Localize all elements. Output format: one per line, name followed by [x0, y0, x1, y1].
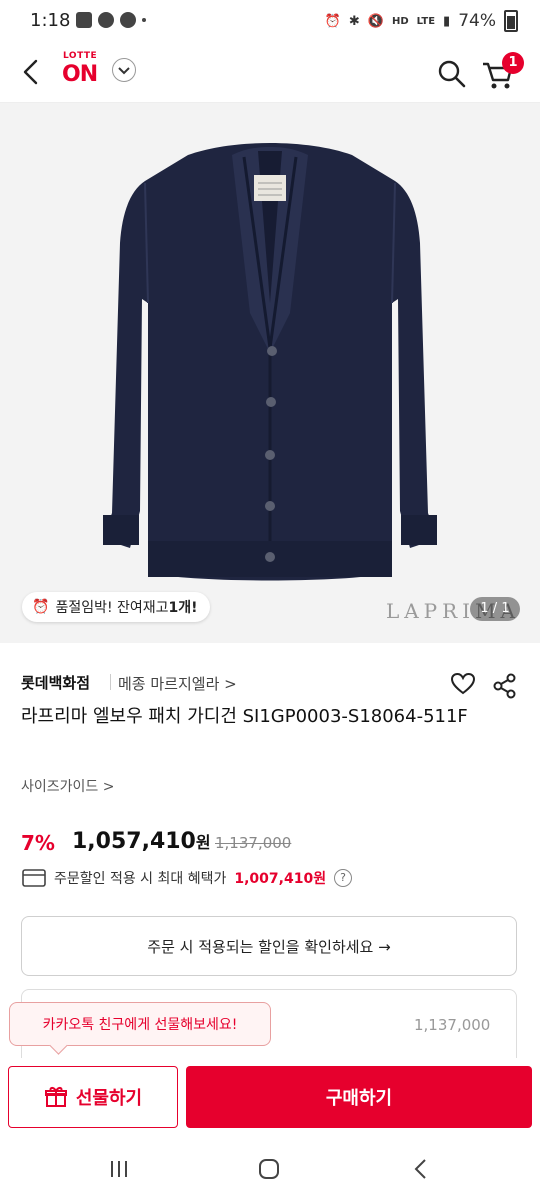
sale-price: 1,057,410원 — [72, 829, 211, 854]
back-arrow-icon[interactable] — [20, 58, 42, 86]
talk-icon — [98, 12, 114, 28]
benefit-price: 1,007,410원 — [234, 871, 327, 887]
recent-apps-icon[interactable] — [108, 1158, 130, 1180]
card-icon — [22, 869, 46, 887]
size-guide-link[interactable]: 사이즈가이드 > — [21, 776, 114, 796]
sale-price-value: 1,057,410 — [72, 829, 196, 854]
stock-alert-count: 1개! — [168, 600, 198, 616]
price-detail-amount: 1,137,000 — [414, 1016, 491, 1034]
notification-icons — [76, 12, 146, 28]
battery-percent: 74% — [458, 11, 496, 31]
chevron-down-icon — [118, 67, 130, 75]
cart-count-badge: 1 — [502, 52, 524, 74]
gift-button[interactable]: 선물하기 — [8, 1066, 178, 1128]
lte-label: LTE — [416, 15, 436, 27]
brand-link[interactable]: 메종 마르지엘라 > — [118, 673, 237, 694]
heart-icon[interactable] — [450, 672, 476, 696]
stock-alert-pill: ⏰ 품절임박! 잔여재고 1개! — [22, 592, 210, 622]
cardigan-image — [103, 143, 437, 581]
benefit-text: 주문할인 적용 시 최대 혜택가 — [54, 871, 227, 887]
network-label: HD — [392, 15, 409, 27]
share-icon[interactable] — [492, 673, 518, 699]
gallery-icon — [76, 12, 92, 28]
more-icon — [142, 18, 146, 22]
divider — [110, 674, 111, 690]
home-icon[interactable] — [258, 1158, 280, 1180]
status-bar: 1:18 ⏰ ✱ 🔇 HD LTE ▮ 74% — [0, 0, 540, 44]
image-counter: 1 / 1 — [470, 597, 520, 621]
lotte-logo-small[interactable]: LOTTE — [63, 51, 97, 61]
buy-button[interactable]: 구매하기 — [186, 1066, 532, 1128]
signal-icon: ▮ — [443, 13, 451, 29]
seller-name[interactable]: 롯데백화점 — [21, 672, 90, 693]
chat-icon — [120, 12, 136, 28]
stock-alert-text: 품절임박! 잔여재고 — [55, 600, 169, 616]
bluetooth-icon: ✱ — [348, 13, 360, 29]
check-discount-button[interactable]: 주문 시 적용되는 할인을 확인하세요 → — [21, 916, 517, 976]
price-unit: 원 — [195, 833, 211, 852]
gift-button-label: 선물하기 — [75, 1088, 143, 1109]
gift-tooltip[interactable]: 카카오톡 친구에게 선물해보세요! — [9, 1002, 271, 1046]
gift-icon — [44, 1087, 67, 1107]
benefit-row: 주문할인 적용 시 최대 혜택가 1,007,410원 ? — [22, 868, 353, 888]
alarm-icon: ⏰ — [324, 13, 341, 29]
mall-switch-button[interactable] — [112, 58, 136, 82]
system-back-icon[interactable] — [410, 1158, 432, 1180]
search-icon[interactable] — [436, 58, 468, 90]
product-title: 라프리마 엘보우 패치 가디건 SI1GP0003-S18064-511F — [21, 706, 468, 727]
alarm-clock-icon: ⏰ — [32, 599, 50, 615]
battery-icon — [504, 10, 518, 32]
status-time: 1:18 — [30, 10, 71, 31]
original-price: 1,137,000 — [215, 834, 292, 852]
mute-icon: 🔇 — [367, 13, 384, 29]
lotte-on-logo[interactable]: ON — [62, 62, 98, 87]
product-image-area[interactable]: LAPRIMA — [0, 103, 540, 643]
discount-rate: 7% — [21, 831, 55, 855]
help-icon[interactable]: ? — [334, 869, 353, 887]
system-nav-bar — [0, 1138, 540, 1200]
system-status: ⏰ ✱ 🔇 HD LTE ▮ 74% — [325, 10, 518, 32]
